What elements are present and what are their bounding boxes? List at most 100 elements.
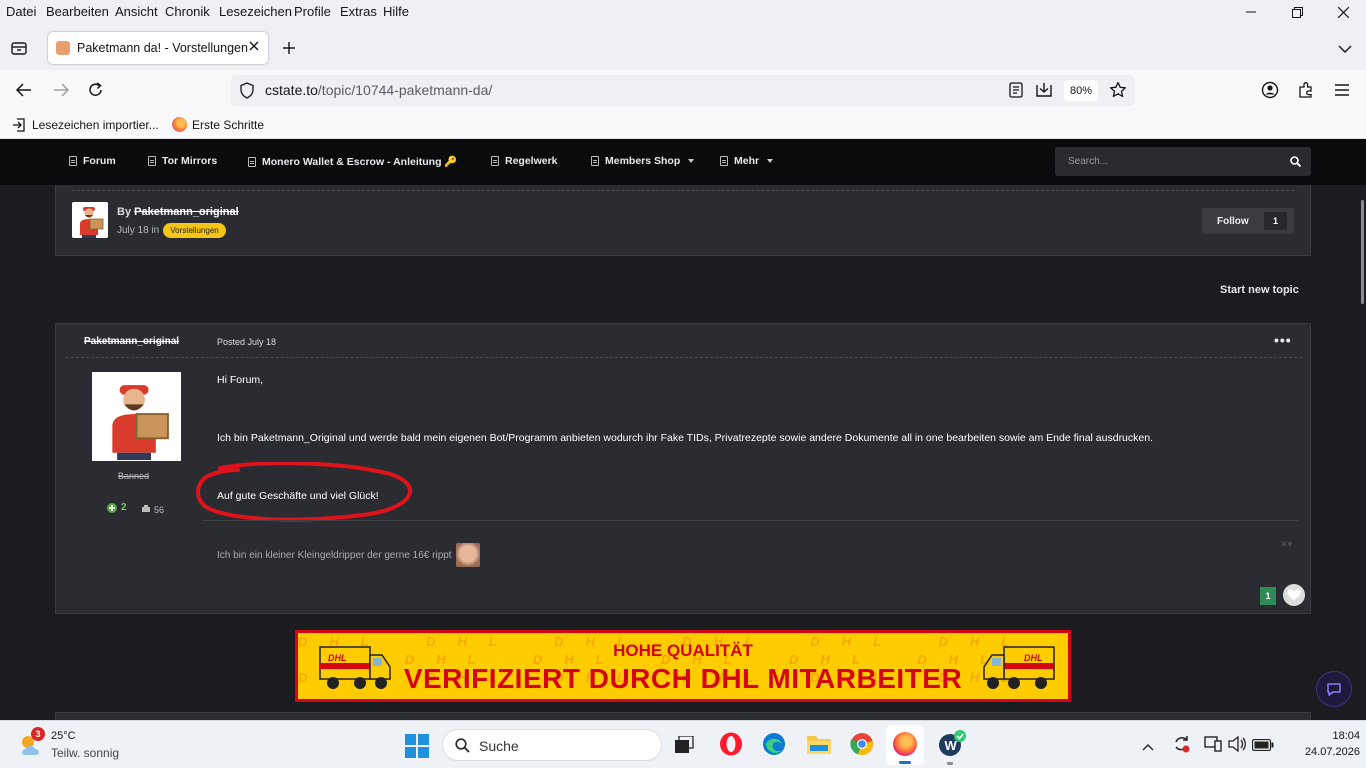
taskbar-search[interactable]: Suche: [442, 729, 662, 761]
volume-icon[interactable]: [1228, 735, 1246, 757]
topic-author-link[interactable]: Paketmann_original: [134, 206, 239, 218]
menu-extras[interactable]: Extras: [340, 4, 377, 19]
network-icon[interactable]: [1204, 736, 1222, 757]
chat-icon[interactable]: [1316, 671, 1352, 707]
save-page-icon[interactable]: [1035, 81, 1053, 104]
extensions-icon[interactable]: [1297, 81, 1315, 104]
menu-ansicht[interactable]: Ansicht: [115, 4, 158, 19]
start-new-topic-button[interactable]: Start new topic: [1220, 284, 1299, 296]
firefox-icon: [172, 117, 187, 132]
security-app-icon[interactable]: W: [938, 729, 968, 764]
document-icon: [491, 156, 499, 166]
follow-button[interactable]: Follow 1: [1202, 208, 1294, 234]
nav-members-shop-label: Members Shop: [605, 155, 681, 167]
post-date[interactable]: Posted July 18: [217, 337, 276, 347]
tab-close-icon[interactable]: [249, 40, 259, 54]
svg-text:W: W: [945, 738, 958, 753]
shield-icon[interactable]: [239, 82, 255, 104]
caret-down-icon: [688, 159, 695, 163]
heart-reaction-icon[interactable]: [1283, 584, 1305, 606]
nav-members-shop[interactable]: Members Shop: [591, 155, 695, 167]
more-options-icon[interactable]: •••: [1274, 332, 1292, 348]
banner-line-1: HOHE QUALITÄT: [613, 641, 753, 660]
nav-forum[interactable]: Forum: [69, 155, 116, 167]
minimize-button[interactable]: [1228, 0, 1274, 24]
dhl-advertisement-banner[interactable]: DHL DHL DHL DHL DHL DHL DHL DHL DHL DHL …: [295, 630, 1071, 702]
nav-mehr-label: Mehr: [734, 155, 760, 167]
search-icon: [455, 738, 470, 758]
post-greeting: Hi Forum,: [217, 374, 264, 386]
url-text[interactable]: cstate.to/topic/10744-paketmann-da/: [265, 82, 492, 98]
chrome-icon[interactable]: [850, 732, 874, 761]
menu-datei[interactable]: Datei: [6, 4, 36, 19]
menu-hilfe[interactable]: Hilfe: [383, 4, 409, 19]
nav-mehr[interactable]: Mehr: [720, 155, 774, 167]
running-app-indicator: [947, 762, 953, 765]
nav-regelwerk[interactable]: Regelwerk: [491, 155, 558, 167]
topic-date: July 18 in: [117, 225, 160, 236]
signature: Ich bin ein kleiner Kleingeldripper der …: [217, 543, 480, 567]
sync-icon[interactable]: [1172, 734, 1192, 759]
opera-icon[interactable]: [719, 732, 743, 761]
url-bar[interactable]: cstate.to/topic/10744-paketmann-da/ 80%: [231, 75, 1135, 106]
document-icon: [248, 156, 256, 167]
signature-divider: [202, 520, 1298, 521]
url-domain: cstate.to: [265, 82, 318, 98]
menu-profile[interactable]: Profile: [294, 4, 331, 19]
comment-icon: [141, 504, 151, 515]
reaction-count[interactable]: 1: [1260, 587, 1276, 605]
topic-header: By Paketmann_original July 18 in Vorstel…: [55, 185, 1311, 256]
clock-time[interactable]: 18:04: [1300, 730, 1360, 742]
reader-view-icon[interactable]: [1009, 82, 1023, 103]
back-arrow-icon[interactable]: [15, 82, 33, 103]
author-avatar[interactable]: [72, 202, 108, 238]
bookmark-erste-schritte[interactable]: Erste Schritte: [192, 118, 264, 132]
app-menu-icon[interactable]: [1334, 83, 1350, 102]
nav-monero-wallet[interactable]: Monero Wallet & Escrow - Anleitung 🔑: [248, 155, 457, 168]
file-explorer-icon[interactable]: [806, 733, 832, 760]
page-scrollbar-thumb[interactable]: [1361, 200, 1364, 304]
site-search-input[interactable]: Search...: [1055, 147, 1311, 176]
zoom-level-badge[interactable]: 80%: [1064, 80, 1098, 101]
edge-icon[interactable]: [762, 732, 786, 761]
menu-lesezeichen[interactable]: Lesezeichen: [219, 4, 292, 19]
tab-overview-icon[interactable]: [10, 39, 28, 62]
list-tabs-chevron-icon[interactable]: [1338, 41, 1352, 59]
menu-chronik[interactable]: Chronik: [165, 4, 210, 19]
bookmark-import[interactable]: Lesezeichen importier...: [32, 118, 159, 132]
search-icon[interactable]: [1290, 156, 1302, 170]
battery-icon[interactable]: [1251, 738, 1274, 756]
new-tab-icon[interactable]: [281, 40, 297, 61]
windows-start-icon[interactable]: [405, 734, 429, 763]
weather-badge: 3: [31, 727, 45, 741]
reload-icon[interactable]: [87, 81, 105, 104]
show-hidden-icons-chevron-icon[interactable]: [1142, 738, 1154, 756]
task-view-icon[interactable]: [675, 735, 695, 759]
category-badge[interactable]: Vorstellungen: [163, 223, 226, 238]
nav-tor-mirrors[interactable]: Tor Mirrors: [148, 155, 217, 167]
document-icon: [69, 156, 77, 166]
account-icon[interactable]: [1261, 81, 1279, 104]
red-circle-annotation: [196, 462, 412, 522]
restore-button[interactable]: [1274, 0, 1320, 24]
topic-meta: July 18 in Vorstellungen: [117, 223, 226, 238]
bookmark-star-icon[interactable]: [1109, 81, 1127, 104]
firefox-taskbar-button[interactable]: [886, 725, 924, 765]
weather-icon[interactable]: 3: [17, 727, 45, 759]
post-count-value: 56: [154, 504, 165, 515]
menu-bar: Datei Bearbeiten Ansicht Chronik Lesezei…: [0, 0, 1366, 24]
reputation: 2: [107, 502, 127, 513]
tab-active[interactable]: Paketmann da! - Vorstellungen: [48, 32, 268, 64]
post-author-name[interactable]: Paketmann_original: [84, 336, 179, 347]
signature-hide-icon[interactable]: ✕▾: [1280, 539, 1292, 550]
nav-monero-label: Monero Wallet & Escrow - Anleitung 🔑: [262, 156, 458, 168]
clock-date[interactable]: 24.07.2026: [1280, 746, 1360, 758]
close-window-button[interactable]: [1320, 0, 1366, 24]
post-author-avatar[interactable]: [92, 372, 181, 461]
document-icon: [148, 156, 156, 166]
menu-bearbeiten[interactable]: Bearbeiten: [46, 4, 109, 19]
follow-label: Follow: [1217, 215, 1249, 227]
forward-arrow-icon[interactable]: [52, 82, 70, 103]
signature-emoji-image: [455, 543, 480, 567]
banner-line-2: VERIFIZIERT DURCH DHL MITARBEITER: [403, 663, 963, 694]
